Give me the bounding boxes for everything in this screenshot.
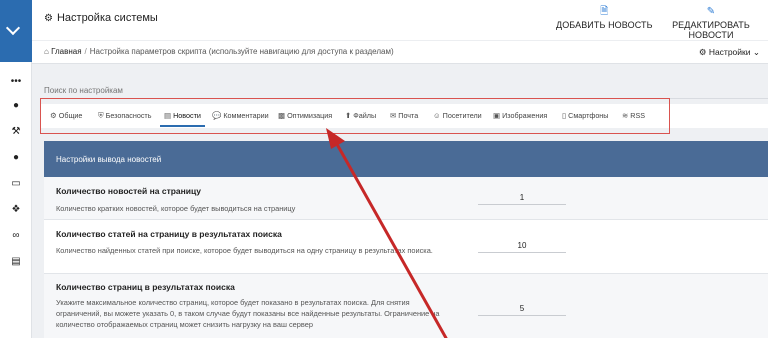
leaf-icon[interactable]: ❖ — [0, 204, 32, 216]
setting-title: Количество страниц в результатах поиска — [56, 282, 235, 292]
wrench-icon[interactable]: ⚒ — [0, 126, 32, 138]
settings-search-input[interactable] — [44, 83, 344, 97]
setting-row: Количество страниц в результатах поиска … — [44, 274, 768, 338]
page-title-text: Настройка системы — [56, 12, 158, 24]
setting-row: Количество статей на страницу в результа… — [44, 220, 768, 274]
breadcrumb-home[interactable]: Главная — [51, 47, 81, 56]
edit-news-button[interactable]: ✎ РЕДАКТИРОВАТЬ НОВОСТИ — [654, 6, 768, 40]
settings-label: Настройки — [708, 47, 751, 57]
setting-title: Количество статей на страницу в результа… — [56, 229, 282, 239]
user-icon[interactable]: ● — [0, 152, 32, 164]
tabs-highlight-box — [40, 98, 670, 134]
add-news-button[interactable]: 🗎 ДОБАВИТЬ НОВОСТЬ — [556, 6, 653, 30]
chevron-down-icon: ⌄ — [752, 47, 760, 57]
add-news-label: ДОБАВИТЬ НОВОСТЬ — [556, 20, 653, 30]
panel-title: Настройки вывода новостей — [56, 155, 162, 164]
search-pages-limit-input[interactable] — [478, 302, 566, 316]
setting-description: Укажите максимальное количество страниц,… — [56, 298, 440, 329]
breadcrumb-separator: / — [84, 47, 87, 56]
panel-header: Настройки вывода новостей — [44, 141, 768, 177]
top-header: ⚙ Настройка системы 🗎 ДОБАВИТЬ НОВОСТЬ ✎ … — [32, 0, 768, 40]
gears-icon: ⚙ — [44, 13, 53, 24]
edit-icon: ✎ — [706, 6, 716, 17]
settings-dropdown[interactable]: ⚙ Настройки ⌄ — [699, 47, 760, 58]
globe-icon[interactable]: ● — [0, 100, 32, 112]
home-icon: ⌂ — [44, 47, 49, 56]
breadcrumb-current: Настройка параметров скрипта (используйт… — [89, 47, 394, 56]
sidebar-toggle[interactable] — [0, 0, 32, 62]
setting-title: Количество новостей на страницу — [56, 186, 201, 196]
news-per-page-input[interactable] — [478, 191, 566, 205]
laptop-icon[interactable]: ▭ — [0, 178, 32, 190]
list-icon[interactable]: ▤ — [0, 256, 32, 268]
more-icon[interactable]: ••• — [0, 76, 32, 88]
file-icon: 🗎 — [600, 6, 609, 17]
chevron-down-icon — [5, 20, 21, 36]
gear-icon: ⚙ — [698, 47, 707, 57]
edit-news-label: РЕДАКТИРОВАТЬ НОВОСТИ — [672, 20, 750, 40]
setting-row: Количество новостей на страницу Количест… — [44, 177, 768, 220]
setting-description: Количество найденных статей при поиске, … — [56, 246, 433, 255]
link-icon[interactable]: ∞ — [0, 230, 32, 242]
search-results-per-page-input[interactable] — [478, 239, 566, 253]
news-settings-panel: Настройки вывода новостей Количество нов… — [44, 141, 768, 338]
setting-description: Количество кратких новостей, которое буд… — [56, 204, 296, 213]
sidebar: ••• ● ⚒ ● ▭ ❖ ∞ ▤ — [0, 0, 32, 338]
breadcrumb-bar: ⌂ Главная / Настройка параметров скрипта (… — [32, 40, 768, 64]
breadcrumb: ⌂ Главная / Настройка параметров скрипта (… — [44, 47, 394, 56]
page-title: ⚙ Настройка системы — [44, 12, 158, 24]
